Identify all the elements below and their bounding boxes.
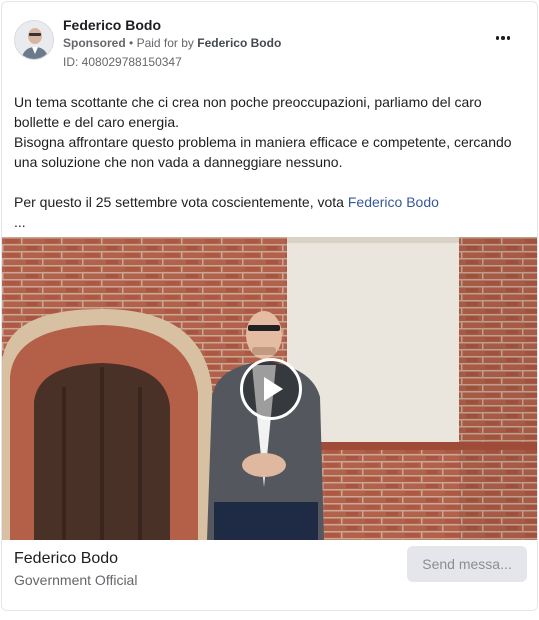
post-header: Federico Bodo Sponsored • Paid for by Fe… <box>14 16 525 76</box>
sponsored-label: Sponsored <box>63 36 126 50</box>
footer-page-name[interactable]: Federico Bodo <box>14 550 118 568</box>
paid-for-prefix: Paid for by <box>136 36 194 50</box>
profile-avatar[interactable] <box>14 20 54 60</box>
paid-for-name: Federico Bodo <box>197 36 282 50</box>
meta-separator: • <box>129 36 134 50</box>
play-icon[interactable] <box>240 358 302 420</box>
paragraph-2-prefix: Per questo il 25 settembre vota coscient… <box>14 194 344 210</box>
dot <box>495 36 500 40</box>
see-more-ellipsis[interactable]: ... <box>14 212 526 232</box>
ad-id: ID: 408029788150347 <box>63 55 182 69</box>
sponsorship-line: Sponsored • Paid for by Federico Bodo <box>63 36 281 50</box>
footer-category: Government Official <box>14 572 138 588</box>
page-name[interactable]: Federico Bodo <box>63 17 161 33</box>
video-thumbnail[interactable] <box>2 237 537 540</box>
dot <box>501 36 505 40</box>
paragraph-1-line-1: Un tema scottante che ci crea non poche … <box>14 94 482 130</box>
ad-card: Federico Bodo Sponsored • Paid for by Fe… <box>1 1 538 611</box>
paragraph-1-line-2: Bisogna affrontare questo problema in ma… <box>14 134 512 170</box>
post-footer: Federico Bodo Government Official Send m… <box>2 540 537 610</box>
paragraph-2: Per questo il 25 settembre vota coscient… <box>14 192 526 212</box>
dot <box>506 36 511 40</box>
send-message-button[interactable]: Send messa... <box>407 546 527 582</box>
mention-link[interactable]: Federico Bodo <box>348 194 439 210</box>
play-triangle <box>264 377 283 401</box>
more-options-icon[interactable] <box>491 30 515 46</box>
post-text: Un tema scottante che ci crea non poche … <box>14 92 526 232</box>
